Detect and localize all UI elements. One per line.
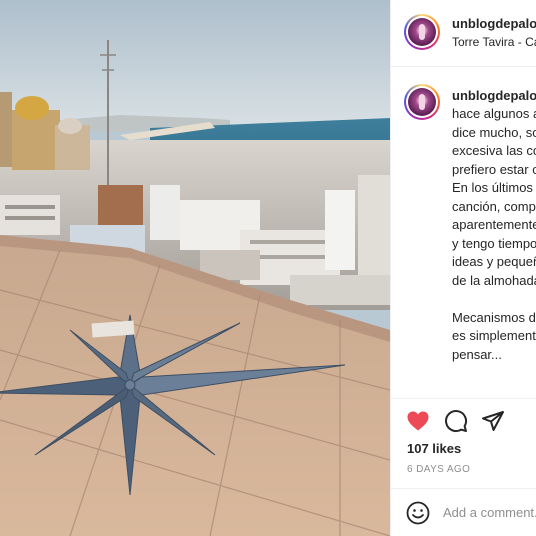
avatar-image [408, 88, 436, 116]
post-header: unblogdepaloma Torre Tavira - Cádiz [391, 0, 536, 67]
rooftop-cadiz-image [0, 0, 390, 536]
location-link[interactable]: Torre Tavira - Cádiz [452, 35, 536, 49]
caption-username-link[interactable]: unblogdepaloma [452, 88, 536, 103]
add-comment-bar [391, 488, 536, 536]
comment-icon[interactable] [444, 409, 468, 433]
avatar[interactable] [404, 84, 440, 120]
like-count[interactable]: 107 likes [407, 441, 461, 456]
heart-icon[interactable] [406, 409, 430, 433]
post-photo[interactable] [0, 0, 390, 536]
username-link[interactable]: unblogdepaloma [452, 16, 536, 31]
post-side-panel: unblogdepaloma Torre Tavira - Cádiz unbl… [390, 0, 536, 536]
avatar[interactable] [404, 14, 440, 50]
caption-text: hace algunos años me leí non dice mucho,… [452, 106, 536, 362]
comment-input[interactable] [443, 500, 536, 524]
caption-section: unblogdepaloma hace algunos años me leí … [391, 66, 536, 396]
paper-plane-icon[interactable] [481, 409, 505, 433]
avatar-image [408, 18, 436, 46]
post-date[interactable]: 6 DAYS AGO [407, 464, 470, 475]
post-actions: 107 likes 6 DAYS AGO [391, 398, 536, 489]
post-modal: unblogdepaloma Torre Tavira - Cádiz unbl… [0, 0, 536, 536]
emoji-icon[interactable] [406, 501, 430, 525]
